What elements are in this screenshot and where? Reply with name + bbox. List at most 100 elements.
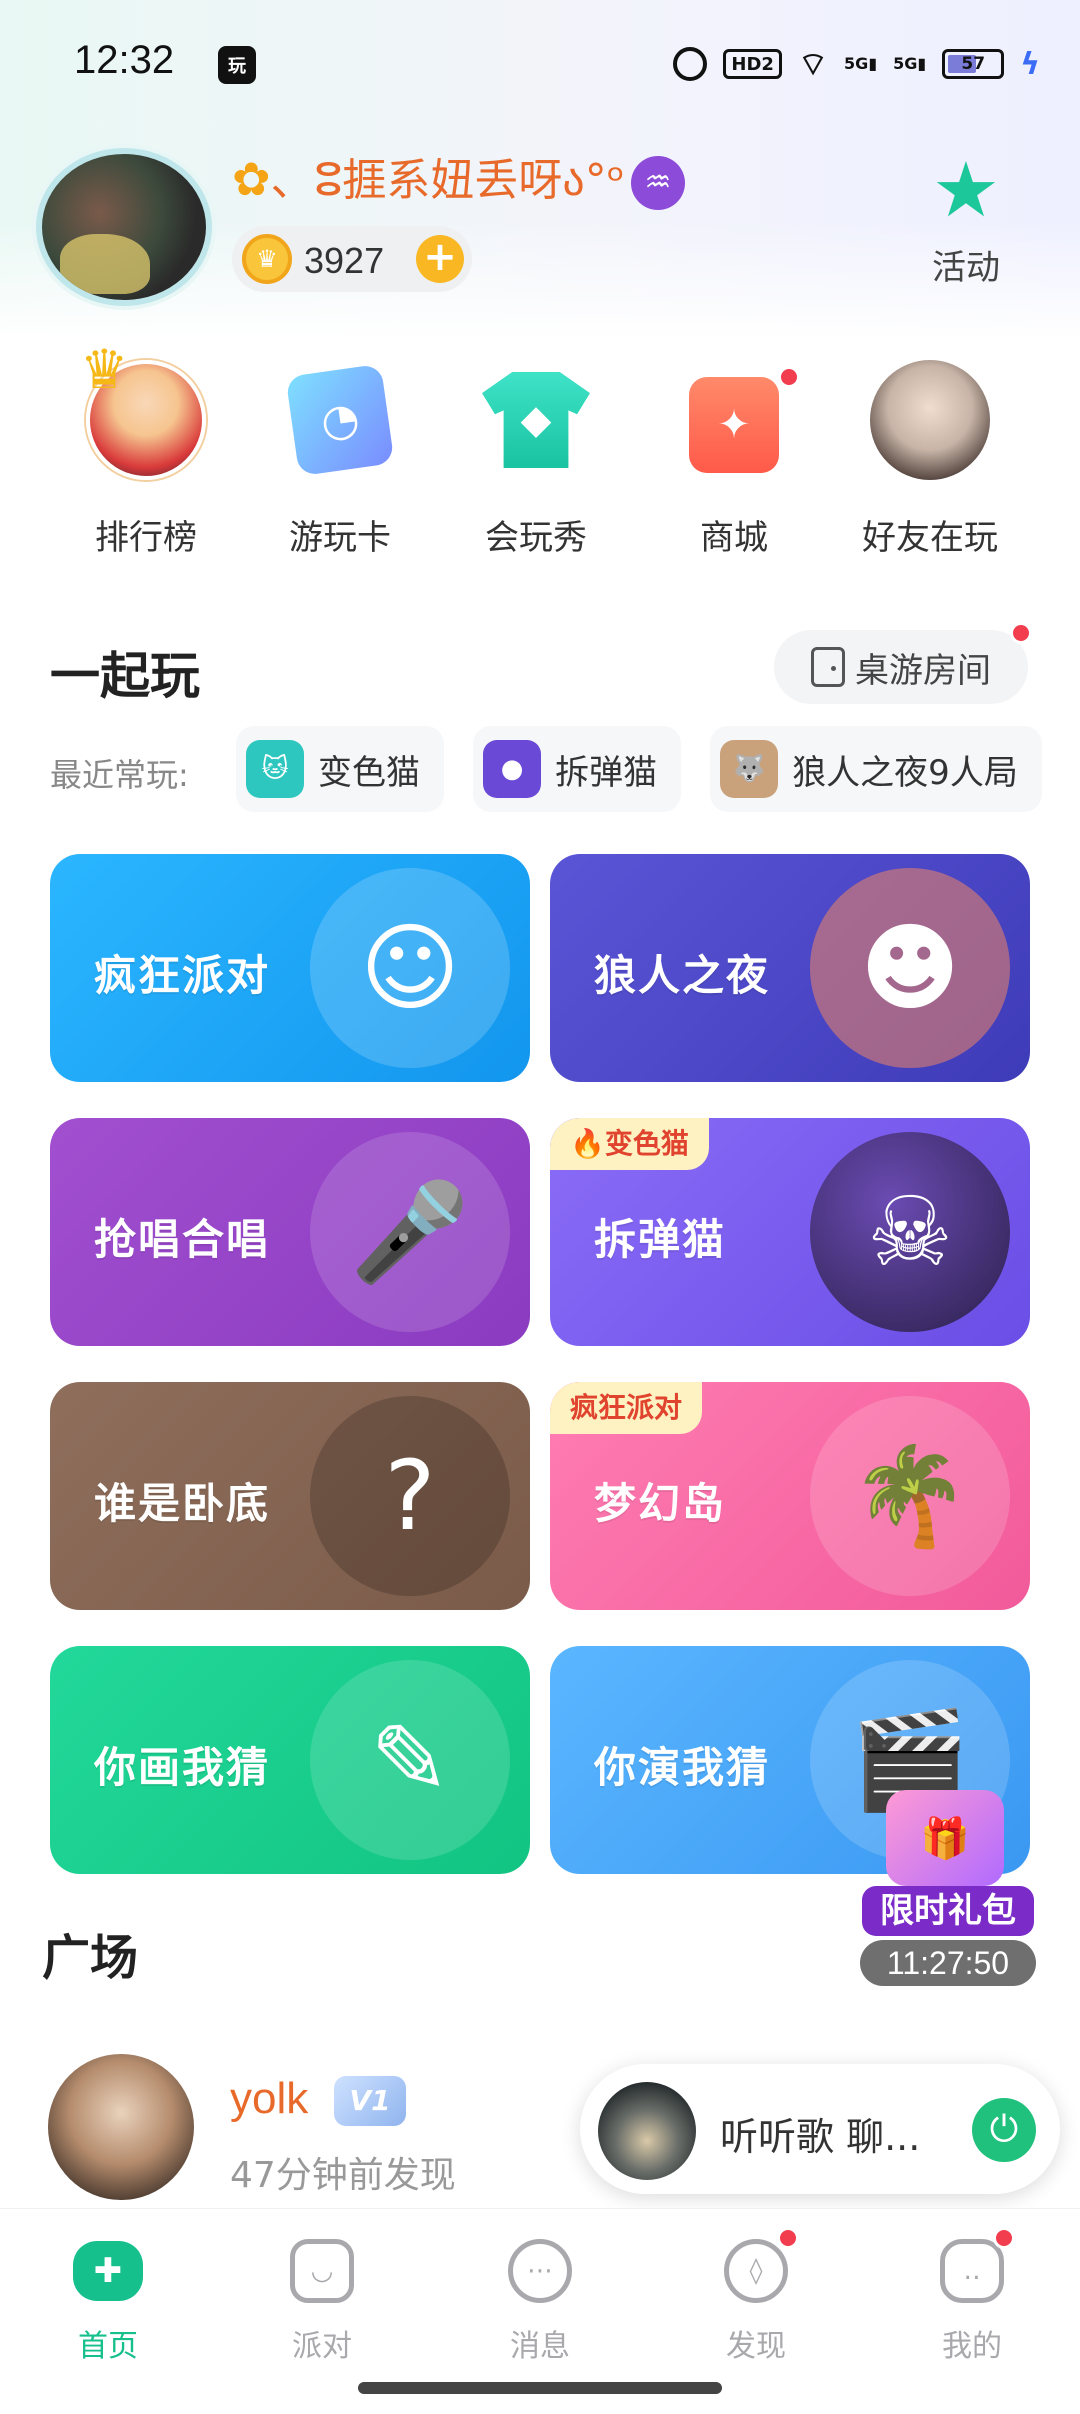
quick-entries: ♛ 排行榜 ◔ 游玩卡 ◆ 会玩秀 ✦ 商城 好友在玩: [0, 338, 1080, 570]
signal-5g-icon-2: 5G ▮: [893, 54, 927, 73]
section-title-plaza: 广场: [42, 1930, 139, 1986]
tab-label: 派对: [292, 2329, 352, 2364]
post-time: 47分钟前发现: [230, 2155, 456, 2196]
coin-balance[interactable]: ♛ 3927 +: [232, 226, 472, 292]
quick-item-show[interactable]: ◆ 会玩秀: [436, 360, 636, 559]
profile-icon: ‥: [940, 2239, 1004, 2303]
quick-item-label: 游玩卡: [289, 518, 391, 558]
vip-badge: V1: [334, 2076, 406, 2126]
star-icon: ★: [931, 145, 1001, 234]
recent-label: 最近常玩:: [50, 756, 189, 794]
gift-title: 限时礼包: [862, 1886, 1034, 1936]
status-icons: HD2 ⌔ 5G ▮ 5G ▮ 57 ϟ: [673, 44, 1040, 84]
notification-dot: [777, 2227, 799, 2249]
friend-avatar-icon: [870, 360, 990, 480]
game-name: 你画我猜: [94, 1743, 271, 1792]
pencil-icon: ✎: [310, 1660, 510, 1860]
quick-item-label: 会玩秀: [485, 518, 587, 558]
post-user-avatar[interactable]: [48, 2054, 194, 2200]
notification-dot: [778, 366, 800, 388]
tab-home[interactable]: ✚ 首页: [38, 2239, 178, 2365]
shopping-bag-icon: ✦: [689, 377, 779, 473]
tab-label: 发现: [726, 2329, 786, 2364]
game-name: 拆弹猫: [594, 1215, 727, 1264]
recent-game-chip[interactable]: 🐺 狼人之夜9人局: [710, 726, 1042, 812]
game-card-werewolf-night[interactable]: 狼人之夜 ☻: [550, 854, 1030, 1082]
status-bar: 12:32 玩 HD2 ⌔ 5G ▮ 5G ▮ 57 ϟ: [0, 0, 1080, 120]
flower-icon: ✿: [232, 152, 271, 206]
activity-button[interactable]: ★ 活动: [916, 150, 1016, 289]
user-avatar[interactable]: [36, 148, 212, 306]
game-card-bomb-cat[interactable]: 🔥变色猫 拆弹猫 ☠: [550, 1118, 1030, 1346]
game-card-sing-chorus[interactable]: 抢唱合唱 🎤: [50, 1118, 530, 1346]
game-name: 狼人之夜: [594, 951, 771, 1000]
aquarius-icon: ♒: [630, 156, 685, 210]
gift-box-icon: 🎁: [886, 1790, 1004, 1886]
power-button[interactable]: ⏻: [972, 2098, 1036, 2162]
notification-dot: [1010, 622, 1032, 644]
game-name: 你演我猜: [594, 1743, 771, 1792]
home-indicator[interactable]: [358, 2382, 722, 2394]
bomb-icon: ☠: [810, 1132, 1010, 1332]
tab-me[interactable]: ‥ 我的: [902, 2227, 1042, 2365]
palm-island-icon: 🌴: [810, 1396, 1010, 1596]
wifi-icon: ⌔: [797, 45, 829, 83]
tab-label: 首页: [78, 2329, 138, 2364]
signal-5g-icon: 5G ▮: [844, 54, 878, 73]
coin-value: 3927: [304, 240, 385, 281]
gift-timer: 11:27:50: [860, 1940, 1036, 1986]
section-title-play-together: 一起玩: [50, 647, 200, 705]
recent-game-chip[interactable]: ● 拆弹猫: [473, 726, 682, 812]
game-tag: 疯狂派对: [550, 1382, 703, 1434]
music-text: 听听歌 聊...: [720, 2115, 921, 2159]
notification-dot: [993, 2227, 1015, 2249]
message-icon: ⋯: [508, 2239, 572, 2303]
game-card-undercover[interactable]: 谁是卧底 ?: [50, 1382, 530, 1610]
microphone-icon: 🎤: [310, 1132, 510, 1332]
activity-label: 活动: [932, 248, 1000, 288]
bomb-cat-icon: ●: [483, 740, 542, 798]
tab-label: 我的: [942, 2329, 1002, 2364]
music-cover: [598, 2082, 696, 2180]
recent-games: 🐱 变色猫 ● 拆弹猫 🐺 狼人之夜9人局: [236, 726, 1080, 812]
quick-item-friends-playing[interactable]: 好友在玩: [830, 360, 1030, 559]
status-time: 12:32: [74, 38, 175, 82]
game-name: 疯狂派对: [94, 951, 271, 1000]
astronaut-icon: ☺: [310, 868, 510, 1068]
app-notification-icon: 玩: [218, 46, 256, 84]
quick-item-label: 好友在玩: [862, 518, 998, 558]
fox-girl-icon: ☻: [810, 868, 1010, 1068]
shirt-icon: ◆: [482, 372, 590, 468]
recent-game-chip[interactable]: 🐱 变色猫: [236, 726, 444, 812]
quick-item-ranking[interactable]: ♛ 排行榜: [46, 338, 246, 559]
music-floating-player[interactable]: 听听歌 聊... ⏻: [580, 2064, 1060, 2194]
quick-item-play-card[interactable]: ◔ 游玩卡: [240, 360, 440, 559]
crown-icon: ♛: [80, 338, 129, 401]
quick-item-label: 商城: [700, 518, 768, 558]
game-card-dream-island[interactable]: 疯狂派对 梦幻岛 🌴: [550, 1382, 1030, 1610]
door-icon: [811, 647, 845, 687]
post-username[interactable]: yolk: [230, 2074, 308, 2124]
limited-gift-widget[interactable]: 🎁 限时礼包 11:27:50: [858, 1790, 1036, 1992]
tab-messages[interactable]: ⋯ 消息: [470, 2239, 610, 2365]
gamepad-icon: ✚: [73, 2241, 143, 2301]
game-tag: 🔥变色猫: [550, 1118, 709, 1170]
quick-item-label: 排行榜: [95, 518, 197, 558]
game-card-draw-guess[interactable]: 你画我猜 ✎: [50, 1646, 530, 1874]
game-card-crazy-party[interactable]: 疯狂派对 ☺: [50, 854, 530, 1082]
tab-label: 消息: [510, 2329, 570, 2364]
add-coins-button[interactable]: +: [416, 235, 464, 283]
alarm-icon: [673, 47, 708, 81]
werewolf-icon: 🐺: [720, 740, 779, 798]
room-button-label: 桌游房间: [855, 650, 991, 691]
coin-icon: ♛: [242, 234, 292, 284]
tab-party[interactable]: ◡ 派对: [252, 2239, 392, 2365]
hd-icon: HD2: [723, 49, 782, 79]
board-game-room-button[interactable]: 桌游房间: [774, 622, 1032, 704]
game-name: 谁是卧底: [94, 1479, 271, 1528]
charging-icon: ϟ: [1020, 46, 1040, 82]
username[interactable]: ✿、ⵓ捱系妞丢呀ა°ᵒ ♒: [232, 144, 685, 210]
quick-item-shop[interactable]: ✦ 商城: [634, 360, 834, 559]
tab-discover[interactable]: ◊ 发现: [686, 2227, 826, 2365]
battery-icon: 57: [942, 49, 1005, 79]
